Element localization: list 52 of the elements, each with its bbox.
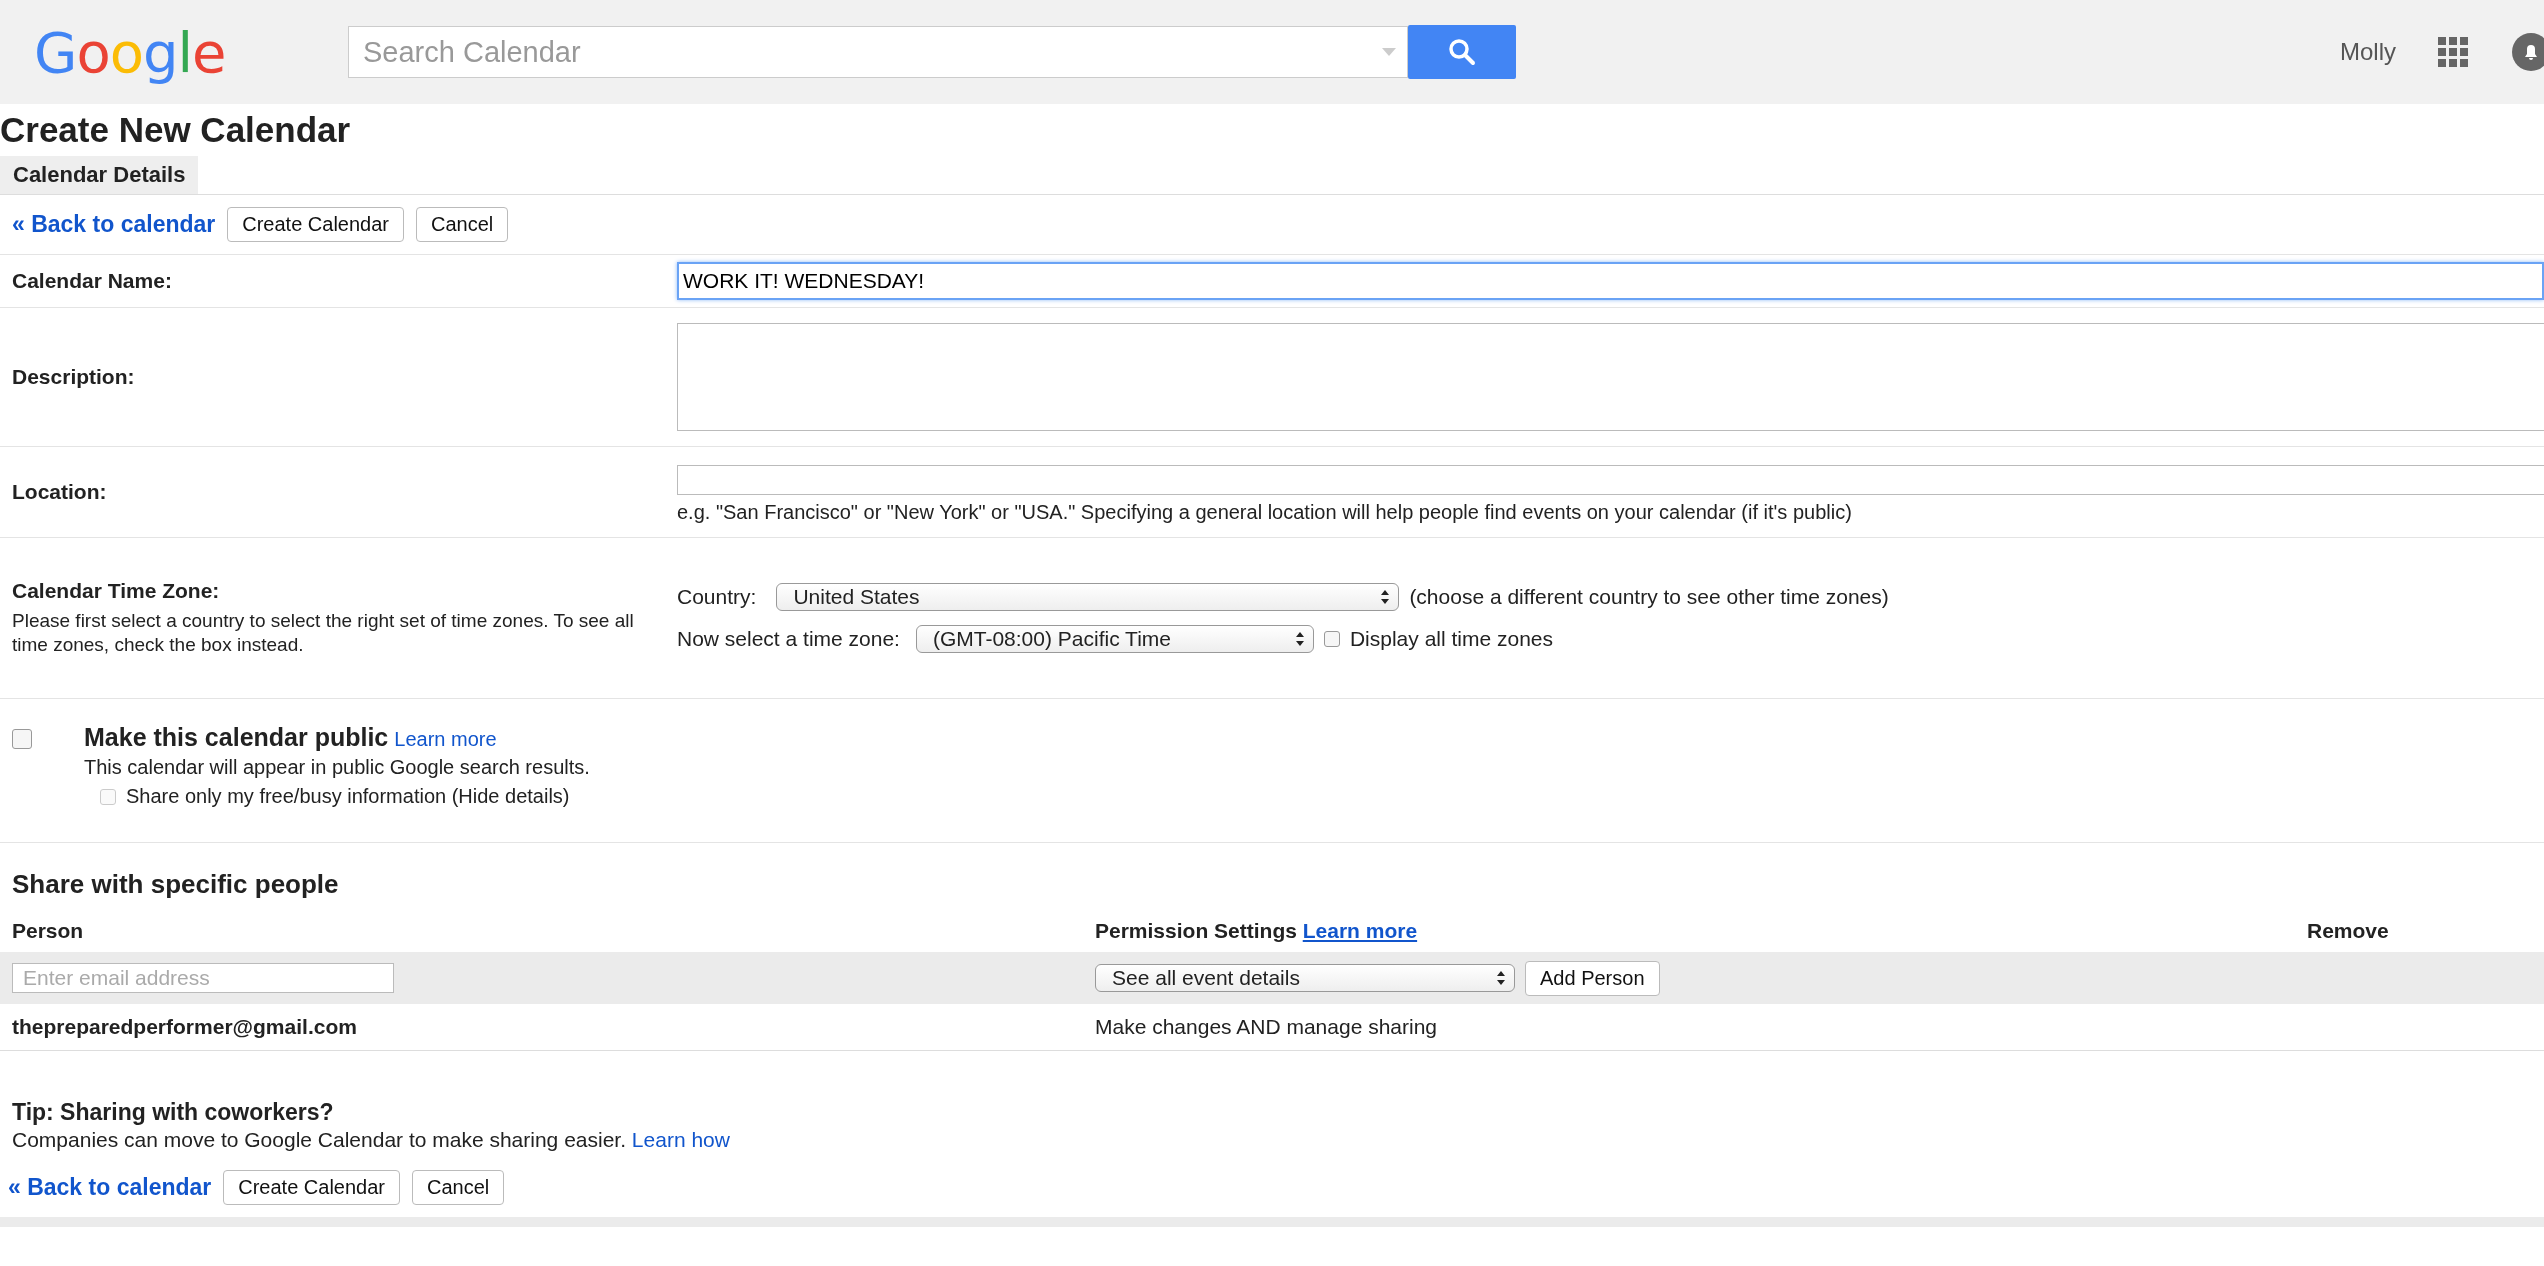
cancel-button[interactable]: Cancel [416, 207, 509, 242]
email-field[interactable]: Enter email address [12, 963, 394, 993]
user-name[interactable]: Molly [2340, 38, 2396, 66]
permission-text: Make changes AND manage sharing [1095, 1015, 1439, 1039]
add-person-button[interactable]: Add Person [1525, 960, 1660, 996]
notification-bell-icon[interactable] [2512, 33, 2544, 71]
checkbox-label: Share only my free/busy information (Hide details) [126, 785, 570, 808]
back-link[interactable]: « Back to calendar [12, 211, 216, 238]
field-label: Now select a time zone: [677, 627, 900, 651]
field-label: Calendar Time Zone: [12, 579, 220, 604]
person-email: thepreparedperformer@gmail.com [12, 1015, 358, 1039]
column-header: Permission Settings [1095, 919, 1297, 942]
permission-select[interactable]: See all event details [1095, 964, 1515, 992]
country-select[interactable]: United States [776, 583, 1400, 611]
option-note: This calendar will appear in public Google search results. [84, 756, 590, 779]
checkbox-label: Display all time zones [1349, 627, 1554, 651]
learn-how-link[interactable]: Learn how [631, 1128, 730, 1151]
option-title: Make this calendar public [84, 723, 389, 752]
checkbox[interactable] [1323, 631, 1340, 647]
column-header: Remove [2307, 919, 2390, 943]
updown-arrows-icon [1380, 589, 1391, 605]
field-label: Location: [12, 480, 107, 504]
tip-text: Companies can move to Google Calendar to make sharing easier. [12, 1128, 626, 1151]
country-note: (choose a different country to see other time zones) [1409, 585, 1889, 609]
dropdown-icon[interactable] [1382, 48, 1396, 56]
apps-grid-icon[interactable] [2438, 37, 2468, 67]
column-header: Person [12, 919, 85, 943]
updown-arrows-icon [1294, 631, 1305, 647]
location-field[interactable] [677, 464, 2544, 495]
tip-title: Tip: Sharing with coworkers? [12, 1099, 335, 1126]
search-field[interactable]: Search Calendar [348, 26, 1408, 78]
help-text: Please first select a country to select the right set of time zones. To see all time zones, check the box instead. [12, 609, 635, 657]
section-title: Share with specific people [0, 842, 2544, 910]
updown-arrows-icon [1496, 970, 1506, 986]
hint-text: e.g. "San Francisco" or "New York" or "USA." Specifying a general location will help people find events on your calendar (if it's public) [677, 500, 1852, 524]
create-button[interactable]: Create Calendar [223, 1170, 400, 1205]
name-field[interactable]: WORK IT! WEDNESDAY! [677, 262, 2544, 300]
field-label: Description: [12, 365, 135, 389]
description-field[interactable] [677, 323, 2544, 431]
field-label: Country: [677, 585, 757, 609]
field-label: Calendar Name: [12, 269, 172, 293]
checkbox[interactable] [12, 729, 32, 749]
search-button[interactable] [1408, 25, 1516, 79]
learn-more-link[interactable]: Learn more [394, 728, 497, 751]
cancel-button[interactable]: Cancel [412, 1170, 505, 1205]
create-button[interactable]: Create Calendar [227, 207, 404, 242]
learn-more-link[interactable]: Learn more [1302, 919, 1418, 942]
search-icon [1447, 37, 1477, 67]
back-link[interactable]: « Back to calendar [8, 1174, 212, 1201]
page-title: Create New Calendar [0, 110, 352, 150]
tab[interactable]: Calendar Details [0, 156, 199, 194]
time-zone-select[interactable]: (GMT-08:00) Pacific Time [915, 625, 1314, 653]
